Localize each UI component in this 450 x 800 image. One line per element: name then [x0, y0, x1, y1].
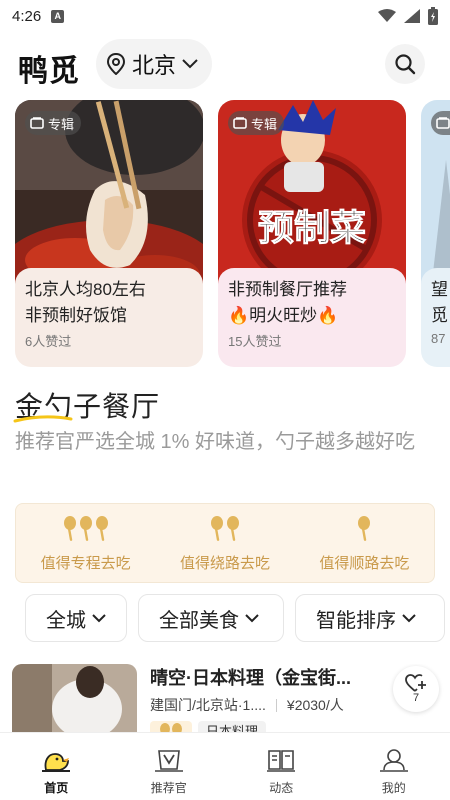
album-title-line1: 望 — [431, 280, 448, 299]
signal-icon — [404, 9, 420, 23]
section-subtitle: 推荐官严选全城 1% 好味道，勺子越多越好吃 — [15, 431, 416, 453]
album-tag-label: 专辑 — [48, 116, 75, 132]
filter-cuisine[interactable]: 全部美食 — [138, 594, 284, 642]
city-selector[interactable]: 北京 — [96, 39, 212, 89]
filter-label: 智能排序 — [316, 609, 396, 632]
city-name: 北京 — [132, 53, 177, 78]
filter-label: 全部美食 — [159, 609, 239, 632]
album-title-line1: 北京人均80左右 — [25, 280, 146, 299]
nav-label: 动态 — [269, 781, 294, 795]
album-icon — [30, 117, 44, 129]
album-card-info: 望 觅 87 — [421, 268, 450, 367]
chevron-down-icon — [182, 59, 198, 69]
restaurant-list-item[interactable]: 晴空·日本料理（金宝街... 建国门/北京站·1.... ¥2030/人 日本料… — [12, 664, 450, 734]
title-underline-decoration — [13, 415, 73, 423]
nav-label: 首页 — [44, 781, 69, 795]
spoon-legend-panel: 值得专程去吃 值得绕路去吃 值得顺路去吃 — [15, 503, 435, 583]
filter-bar: 全城 全部美食 智能排序 — [25, 594, 450, 644]
album-icon — [436, 117, 450, 129]
album-tag: 专辑 — [431, 111, 450, 135]
album-title-line2: 觅 — [431, 306, 448, 325]
nav-feed[interactable]: 动态 — [225, 733, 338, 800]
spoon-level-2[interactable]: 值得绕路去吃 — [155, 504, 294, 582]
album-card-info: 北京人均80左右 非预制好饭馆 6人赞过 — [15, 268, 203, 367]
bottom-navigation: 首页 推荐官 动态 我的 — [0, 732, 450, 800]
filter-label: 全城 — [46, 609, 86, 632]
profile-icon — [374, 745, 414, 775]
nav-label: 我的 — [381, 781, 406, 795]
album-card[interactable]: 专辑 北京人均80左右 非预制好饭馆 6人赞过 — [15, 100, 203, 367]
filter-area[interactable]: 全城 — [25, 594, 127, 642]
favorite-button[interactable]: 7 — [393, 666, 439, 712]
spoon-icon — [210, 516, 223, 541]
restaurant-price: ¥2030/人 — [286, 697, 344, 713]
restaurant-photo-art — [12, 664, 137, 734]
album-card[interactable]: 专辑 望 觅 87 — [421, 100, 450, 367]
album-title-line2: 🔥明火旺炒🔥 — [228, 306, 339, 325]
filter-sort[interactable]: 智能排序 — [295, 594, 445, 642]
chevron-down-icon — [92, 613, 106, 622]
restaurant-photo — [12, 664, 137, 734]
app-logo: 鸭觅 — [18, 54, 80, 89]
status-time: 4:26 — [12, 7, 42, 25]
album-card[interactable]: 预制菜 专辑 非预制餐厅推荐 🔥明火旺炒🔥 15人赞过 — [218, 100, 406, 367]
spoon-icon — [63, 516, 76, 541]
wifi-icon — [378, 9, 396, 22]
status-bar: 4:26 A — [0, 0, 450, 32]
favorite-count: 7 — [412, 692, 420, 704]
chevron-down-icon — [402, 613, 416, 622]
search-button[interactable] — [385, 44, 425, 84]
restaurant-location: 建国门/北京站·1.... — [150, 697, 266, 713]
overlay-text: 预制菜 — [258, 208, 366, 249]
nav-label: 推荐官 — [150, 781, 187, 795]
spoon-icon — [358, 516, 371, 541]
divider — [275, 698, 277, 712]
chevron-down-icon — [245, 613, 259, 622]
album-title-line1: 非预制餐厅推荐 — [228, 280, 347, 299]
restaurant-meta: 建国门/北京站·1.... ¥2030/人 — [150, 695, 344, 715]
nav-home[interactable]: 首页 — [0, 733, 113, 800]
battery-icon — [428, 7, 438, 25]
heart-plus-icon — [405, 674, 426, 692]
top-header: 鸭觅 北京 — [0, 38, 450, 90]
location-pin-icon — [106, 53, 126, 75]
search-icon — [395, 54, 416, 75]
spoon-icon — [95, 516, 108, 541]
nav-recommender[interactable]: 推荐官 — [113, 733, 226, 800]
spoon-level-3[interactable]: 值得专程去吃 — [16, 504, 155, 582]
notification-a-icon: A — [51, 9, 65, 23]
nav-profile[interactable]: 我的 — [338, 733, 450, 800]
spoon-icons — [357, 516, 371, 544]
album-tag: 专辑 — [25, 111, 82, 135]
duck-home-icon — [36, 745, 76, 775]
album-like-count: 15人赞过 — [228, 334, 282, 349]
status-icons — [378, 7, 438, 25]
album-tag: 专辑 — [228, 111, 285, 135]
album-like-count: 6人赞过 — [25, 334, 72, 349]
album-like-count: 87 — [431, 331, 446, 346]
album-tag-label: 专辑 — [251, 116, 278, 132]
restaurant-name: 晴空·日本料理（金宝街... — [150, 668, 351, 688]
spoon-icons — [63, 516, 109, 544]
album-title-line2: 非预制好饭馆 — [25, 306, 127, 325]
spoon-icon — [226, 516, 239, 541]
album-icon — [233, 117, 247, 129]
album-card-info: 非预制餐厅推荐 🔥明火旺炒🔥 15人赞过 — [218, 268, 406, 367]
spoon-level-1[interactable]: 值得顺路去吃 — [295, 504, 434, 582]
recommender-icon — [149, 745, 189, 775]
spoon-label: 值得顺路去吃 — [319, 555, 410, 572]
spoon-label: 值得绕路去吃 — [179, 555, 270, 572]
spoon-icons — [210, 516, 240, 544]
book-feed-icon — [261, 745, 301, 775]
album-carousel[interactable]: 专辑 北京人均80左右 非预制好饭馆 6人赞过 预制菜 专辑 非预制餐厅推荐 🔥… — [15, 100, 450, 370]
spoon-icon — [79, 516, 92, 541]
spoon-label: 值得专程去吃 — [40, 555, 131, 572]
